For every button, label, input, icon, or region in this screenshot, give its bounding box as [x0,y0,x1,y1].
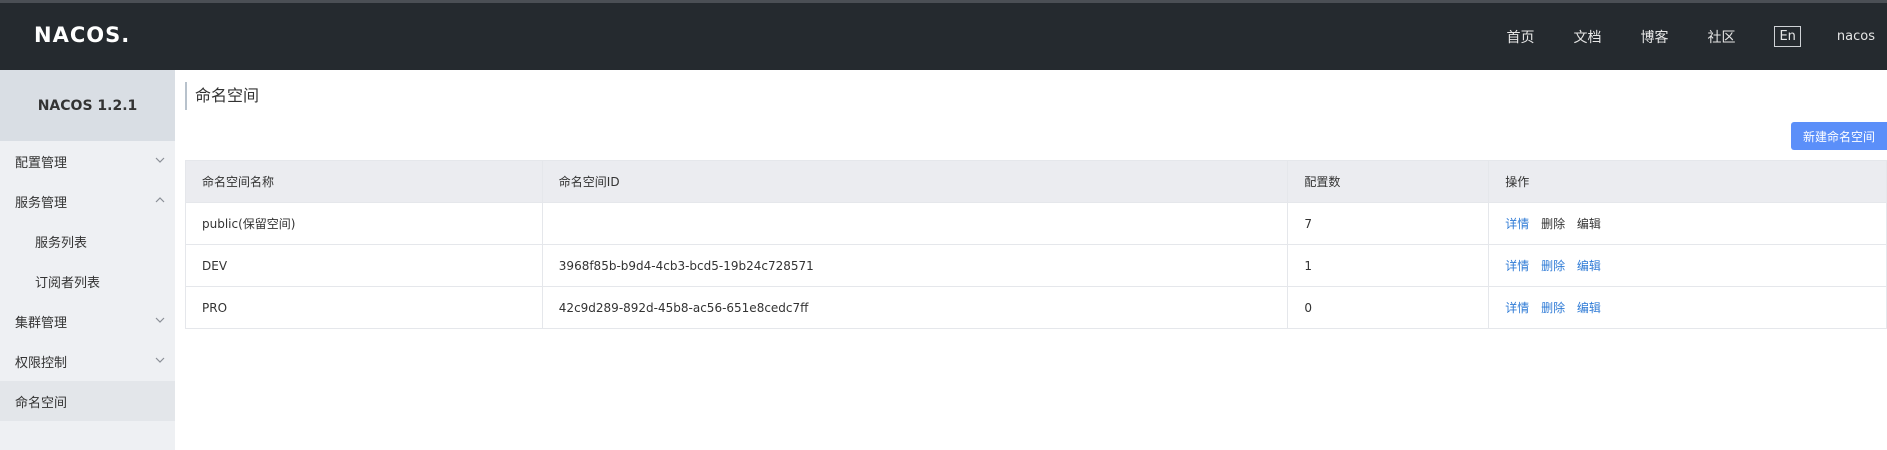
detail-link[interactable]: 详情 [1505,259,1529,273]
namespace-name: DEV [185,244,543,287]
top-nav: 首页 文档 博客 社区 En nacos [1506,3,1887,70]
current-user[interactable]: nacos [1837,29,1875,44]
nav-docs-link[interactable]: 文档 [1573,27,1601,47]
sidebar-item-service-list[interactable]: 服务列表 [0,221,175,261]
sidebar-item-label: 集群管理 [15,315,68,331]
sidebar-item-cluster-management[interactable]: 集群管理 [0,301,175,341]
namespace-table: 命名空间名称 命名空间ID 配置数 操作 public(保留空间) 7 详情 删… [185,160,1887,329]
sidebar: NACOS 1.2.1 配置管理 服务管理 服务列表 订阅者列表 集群管理 权限… [0,70,175,450]
sidebar-item-label: 配置管理 [15,155,68,171]
namespace-name: PRO [185,286,543,329]
column-header-count: 配置数 [1287,160,1490,203]
edit-link[interactable]: 编辑 [1577,259,1601,273]
delete-link[interactable]: 删除 [1541,301,1565,315]
product-version-title: NACOS 1.2.1 [0,70,175,141]
row-actions: 详情 删除 编辑 [1488,202,1887,245]
config-count: 1 [1287,244,1490,287]
top-header: NACOS. 首页 文档 博客 社区 En nacos [0,3,1887,70]
sidebar-item-label: 服务列表 [35,235,88,251]
table-row: DEV 3968f85b-b9d4-4cb3-bcd5-19b24c728571… [185,244,1887,287]
column-header-actions: 操作 [1488,160,1887,203]
delete-link[interactable]: 删除 [1541,259,1565,273]
language-switch-button[interactable]: En [1774,26,1801,47]
column-header-name: 命名空间名称 [185,160,543,203]
sidebar-item-access-control[interactable]: 权限控制 [0,341,175,381]
table-row: public(保留空间) 7 详情 删除 编辑 [185,202,1887,245]
sidebar-item-label: 权限控制 [15,355,68,371]
detail-link[interactable]: 详情 [1505,301,1529,315]
namespace-id: 42c9d289-892d-45b8-ac56-651e8cedc7ff [541,286,1289,329]
row-actions: 详情 删除 编辑 [1488,244,1887,287]
main-content: 命名空间 新建命名空间 命名空间名称 命名空间ID 配置数 操作 public(… [175,70,1887,450]
chevron-down-icon [155,317,165,323]
edit-link[interactable]: 编辑 [1577,301,1601,315]
sidebar-item-label: 订阅者列表 [35,275,101,291]
sidebar-item-namespace[interactable]: 命名空间 [0,381,175,421]
table-header-row: 命名空间名称 命名空间ID 配置数 操作 [185,160,1887,203]
nav-community-link[interactable]: 社区 [1707,27,1735,47]
sidebar-item-config-management[interactable]: 配置管理 [0,141,175,181]
nacos-logo[interactable]: NACOS. [34,23,130,47]
delete-link[interactable]: 删除 [1541,217,1565,231]
config-count: 7 [1287,202,1490,245]
namespace-name: public(保留空间) [185,202,543,245]
sidebar-item-label: 命名空间 [15,395,68,411]
edit-link[interactable]: 编辑 [1577,217,1601,231]
namespace-id: 3968f85b-b9d4-4cb3-bcd5-19b24c728571 [541,244,1289,287]
nav-blog-link[interactable]: 博客 [1640,27,1668,47]
column-header-id: 命名空间ID [541,160,1289,203]
config-count: 0 [1287,286,1490,329]
sidebar-item-service-management[interactable]: 服务管理 [0,181,175,221]
row-actions: 详情 删除 编辑 [1488,286,1887,329]
sidebar-item-subscriber-list[interactable]: 订阅者列表 [0,261,175,301]
nav-home-link[interactable]: 首页 [1506,27,1534,47]
page-title: 命名空间 [185,82,259,110]
chevron-down-icon [155,157,165,163]
chevron-down-icon [155,357,165,363]
table-row: PRO 42c9d289-892d-45b8-ac56-651e8cedc7ff… [185,286,1887,329]
detail-link[interactable]: 详情 [1505,217,1529,231]
namespace-id [541,202,1289,245]
chevron-up-icon [155,197,165,203]
new-namespace-button[interactable]: 新建命名空间 [1791,122,1887,150]
sidebar-item-label: 服务管理 [15,195,68,211]
